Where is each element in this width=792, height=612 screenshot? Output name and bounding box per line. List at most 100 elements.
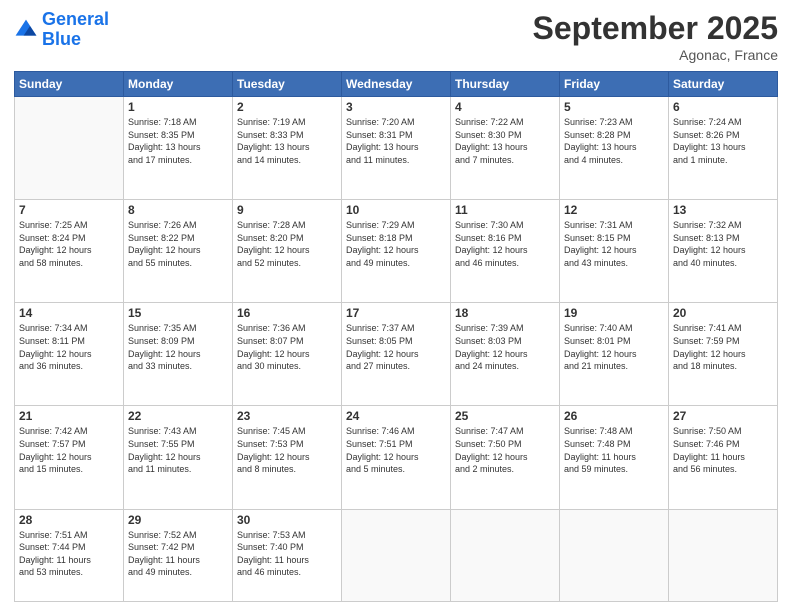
day-number: 22 <box>128 409 228 423</box>
calendar-day-cell: 24 Sunrise: 7:46 AM Sunset: 7:51 PM Dayli… <box>342 406 451 509</box>
day-info: Sunrise: 7:18 AM Sunset: 8:35 PM Dayligh… <box>128 116 228 166</box>
day-info: Sunrise: 7:47 AM Sunset: 7:50 PM Dayligh… <box>455 425 555 475</box>
logo-line2: Blue <box>42 29 81 49</box>
day-info: Sunrise: 7:29 AM Sunset: 8:18 PM Dayligh… <box>346 219 446 269</box>
day-number: 28 <box>19 513 119 527</box>
day-number: 25 <box>455 409 555 423</box>
calendar-day-cell: 30 Sunrise: 7:53 AM Sunset: 7:40 PM Dayli… <box>233 509 342 601</box>
day-number: 3 <box>346 100 446 114</box>
day-info: Sunrise: 7:51 AM Sunset: 7:44 PM Dayligh… <box>19 529 119 579</box>
day-info: Sunrise: 7:24 AM Sunset: 8:26 PM Dayligh… <box>673 116 773 166</box>
day-number: 10 <box>346 203 446 217</box>
calendar-day-cell: 2Sunrise: 7:19 AM Sunset: 8:33 PM Daylig… <box>233 97 342 200</box>
calendar-day-cell: 18Sunrise: 7:39 AM Sunset: 8:03 PM Dayli… <box>451 303 560 406</box>
day-info: Sunrise: 7:43 AM Sunset: 7:55 PM Dayligh… <box>128 425 228 475</box>
calendar-day-cell: 21Sunrise: 7:42 AM Sunset: 7:57 PM Dayli… <box>15 406 124 509</box>
day-number: 29 <box>128 513 228 527</box>
calendar-day-cell: 13 Sunrise: 7:32 AM Sunset: 8:13 PM Dayli… <box>669 200 778 303</box>
calendar-day-cell: 10 Sunrise: 7:29 AM Sunset: 8:18 PM Dayli… <box>342 200 451 303</box>
day-number: 27 <box>673 409 773 423</box>
calendar-day-cell: 3 Sunrise: 7:20 AM Sunset: 8:31 PM Daylig… <box>342 97 451 200</box>
calendar-day-cell: 27 Sunrise: 7:50 AM Sunset: 7:46 PM Dayli… <box>669 406 778 509</box>
calendar-table: SundayMondayTuesdayWednesdayThursdayFrid… <box>14 71 778 602</box>
calendar-header-sunday: Sunday <box>15 72 124 97</box>
day-info: Sunrise: 7:41 AM Sunset: 7:59 PM Dayligh… <box>673 322 773 372</box>
calendar-day-cell: 15 Sunrise: 7:35 AM Sunset: 8:09 PM Dayli… <box>124 303 233 406</box>
calendar-week-row: 21Sunrise: 7:42 AM Sunset: 7:57 PM Dayli… <box>15 406 778 509</box>
calendar-day-cell: 28 Sunrise: 7:51 AM Sunset: 7:44 PM Dayli… <box>15 509 124 601</box>
day-info: Sunrise: 7:52 AM Sunset: 7:42 PM Dayligh… <box>128 529 228 579</box>
calendar-day-cell: 7Sunrise: 7:25 AM Sunset: 8:24 PM Daylig… <box>15 200 124 303</box>
calendar-day-cell <box>451 509 560 601</box>
calendar-day-cell: 12Sunrise: 7:31 AM Sunset: 8:15 PM Dayli… <box>560 200 669 303</box>
calendar-day-cell: 22 Sunrise: 7:43 AM Sunset: 7:55 PM Dayli… <box>124 406 233 509</box>
day-info: Sunrise: 7:35 AM Sunset: 8:09 PM Dayligh… <box>128 322 228 372</box>
calendar-header-row: SundayMondayTuesdayWednesdayThursdayFrid… <box>15 72 778 97</box>
calendar-header-monday: Monday <box>124 72 233 97</box>
calendar-day-cell: 4Sunrise: 7:22 AM Sunset: 8:30 PM Daylig… <box>451 97 560 200</box>
day-number: 13 <box>673 203 773 217</box>
calendar-header-thursday: Thursday <box>451 72 560 97</box>
calendar-header-tuesday: Tuesday <box>233 72 342 97</box>
day-info: Sunrise: 7:30 AM Sunset: 8:16 PM Dayligh… <box>455 219 555 269</box>
day-number: 12 <box>564 203 664 217</box>
calendar-day-cell: 6Sunrise: 7:24 AM Sunset: 8:26 PM Daylig… <box>669 97 778 200</box>
day-number: 15 <box>128 306 228 320</box>
calendar-day-cell: 8 Sunrise: 7:26 AM Sunset: 8:22 PM Daylig… <box>124 200 233 303</box>
day-number: 14 <box>19 306 119 320</box>
calendar-day-cell <box>342 509 451 601</box>
calendar-week-row: 14 Sunrise: 7:34 AM Sunset: 8:11 PM Dayli… <box>15 303 778 406</box>
day-number: 17 <box>346 306 446 320</box>
calendar-day-cell: 20 Sunrise: 7:41 AM Sunset: 7:59 PM Dayli… <box>669 303 778 406</box>
calendar-week-row: 7Sunrise: 7:25 AM Sunset: 8:24 PM Daylig… <box>15 200 778 303</box>
day-info: Sunrise: 7:48 AM Sunset: 7:48 PM Dayligh… <box>564 425 664 475</box>
day-info: Sunrise: 7:46 AM Sunset: 7:51 PM Dayligh… <box>346 425 446 475</box>
day-info: Sunrise: 7:20 AM Sunset: 8:31 PM Dayligh… <box>346 116 446 166</box>
calendar-day-cell <box>560 509 669 601</box>
calendar-week-row: 28 Sunrise: 7:51 AM Sunset: 7:44 PM Dayli… <box>15 509 778 601</box>
calendar-day-cell: 14 Sunrise: 7:34 AM Sunset: 8:11 PM Dayli… <box>15 303 124 406</box>
title-block: September 2025 Agonac, France <box>533 10 778 63</box>
calendar-header-friday: Friday <box>560 72 669 97</box>
day-number: 8 <box>128 203 228 217</box>
calendar-day-cell: 16 Sunrise: 7:36 AM Sunset: 8:07 PM Dayli… <box>233 303 342 406</box>
calendar-week-row: 1Sunrise: 7:18 AM Sunset: 8:35 PM Daylig… <box>15 97 778 200</box>
day-number: 30 <box>237 513 337 527</box>
day-number: 4 <box>455 100 555 114</box>
calendar-day-cell: 23 Sunrise: 7:45 AM Sunset: 7:53 PM Dayli… <box>233 406 342 509</box>
calendar-header-saturday: Saturday <box>669 72 778 97</box>
calendar-day-cell: 9Sunrise: 7:28 AM Sunset: 8:20 PM Daylig… <box>233 200 342 303</box>
day-info: Sunrise: 7:34 AM Sunset: 8:11 PM Dayligh… <box>19 322 119 372</box>
calendar-day-cell <box>15 97 124 200</box>
day-info: Sunrise: 7:23 AM Sunset: 8:28 PM Dayligh… <box>564 116 664 166</box>
calendar-day-cell: 29 Sunrise: 7:52 AM Sunset: 7:42 PM Dayli… <box>124 509 233 601</box>
day-info: Sunrise: 7:36 AM Sunset: 8:07 PM Dayligh… <box>237 322 337 372</box>
day-number: 26 <box>564 409 664 423</box>
day-info: Sunrise: 7:40 AM Sunset: 8:01 PM Dayligh… <box>564 322 664 372</box>
calendar-day-cell: 25 Sunrise: 7:47 AM Sunset: 7:50 PM Dayli… <box>451 406 560 509</box>
day-number: 24 <box>346 409 446 423</box>
day-number: 21 <box>19 409 119 423</box>
calendar-day-cell: 5 Sunrise: 7:23 AM Sunset: 8:28 PM Daylig… <box>560 97 669 200</box>
day-info: Sunrise: 7:32 AM Sunset: 8:13 PM Dayligh… <box>673 219 773 269</box>
day-info: Sunrise: 7:45 AM Sunset: 7:53 PM Dayligh… <box>237 425 337 475</box>
logo-text: General Blue <box>42 10 109 50</box>
day-number: 11 <box>455 203 555 217</box>
day-number: 2 <box>237 100 337 114</box>
logo-line1: General <box>42 9 109 29</box>
header: General Blue September 2025 Agonac, Fran… <box>14 10 778 63</box>
day-info: Sunrise: 7:26 AM Sunset: 8:22 PM Dayligh… <box>128 219 228 269</box>
day-info: Sunrise: 7:53 AM Sunset: 7:40 PM Dayligh… <box>237 529 337 579</box>
day-info: Sunrise: 7:50 AM Sunset: 7:46 PM Dayligh… <box>673 425 773 475</box>
day-number: 23 <box>237 409 337 423</box>
calendar-day-cell: 11 Sunrise: 7:30 AM Sunset: 8:16 PM Dayli… <box>451 200 560 303</box>
calendar-day-cell: 1Sunrise: 7:18 AM Sunset: 8:35 PM Daylig… <box>124 97 233 200</box>
day-number: 16 <box>237 306 337 320</box>
day-info: Sunrise: 7:37 AM Sunset: 8:05 PM Dayligh… <box>346 322 446 372</box>
day-number: 5 <box>564 100 664 114</box>
calendar-day-cell: 19Sunrise: 7:40 AM Sunset: 8:01 PM Dayli… <box>560 303 669 406</box>
location-subtitle: Agonac, France <box>533 47 778 63</box>
day-number: 20 <box>673 306 773 320</box>
day-info: Sunrise: 7:39 AM Sunset: 8:03 PM Dayligh… <box>455 322 555 372</box>
calendar-day-cell: 17 Sunrise: 7:37 AM Sunset: 8:05 PM Dayli… <box>342 303 451 406</box>
